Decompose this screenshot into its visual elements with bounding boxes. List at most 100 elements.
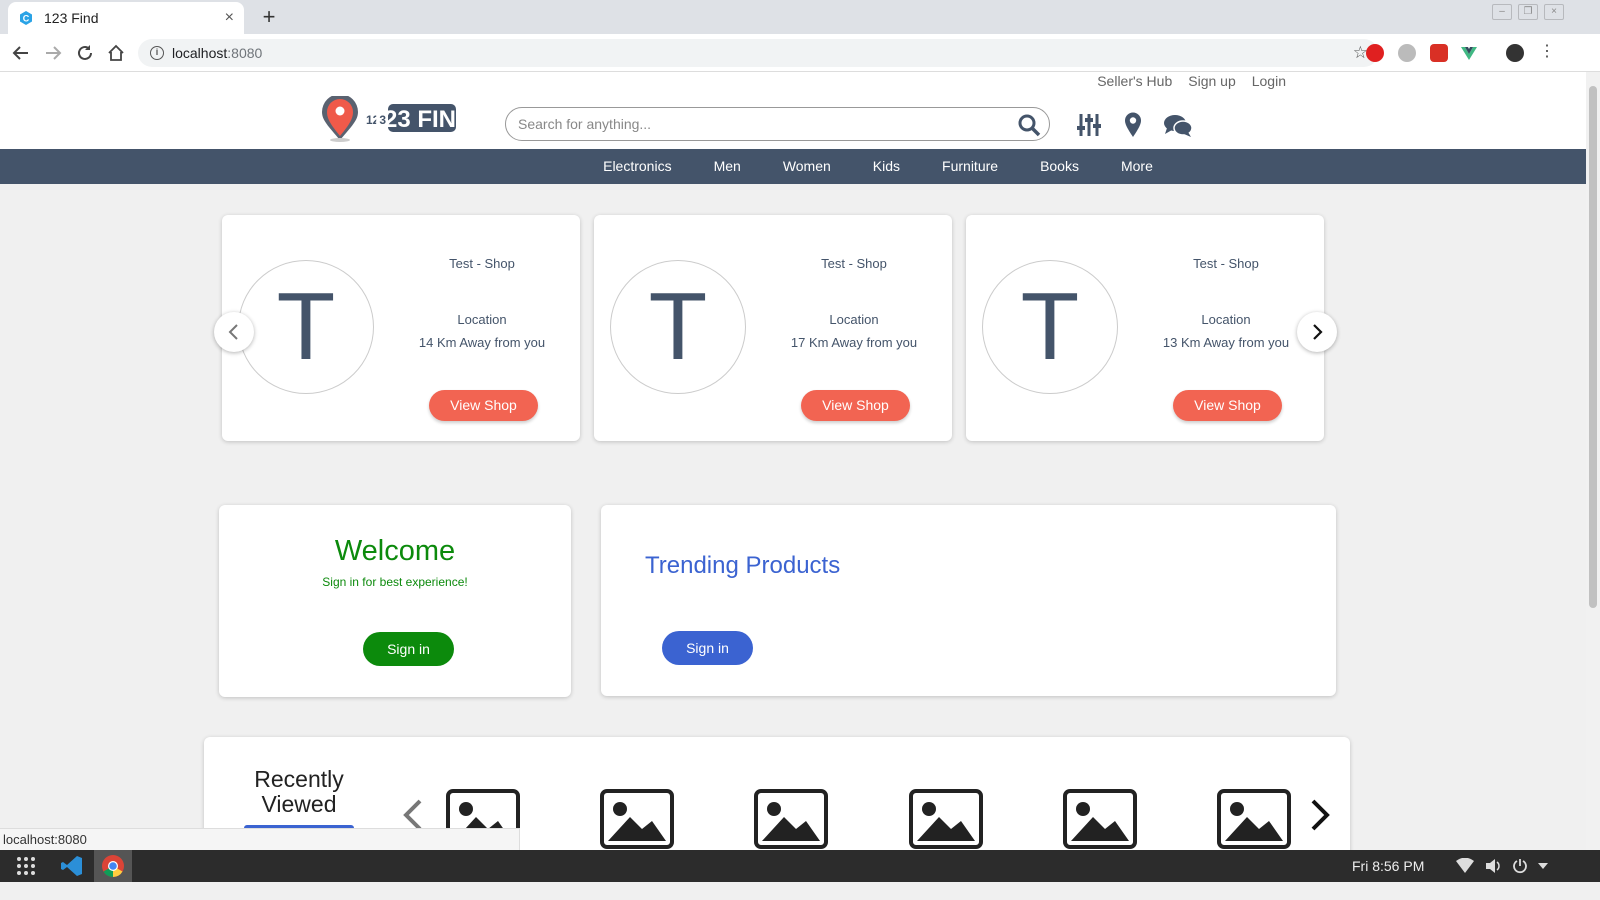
address-bar[interactable]: i localhost:8080 ☆ (138, 39, 1378, 67)
nav-books[interactable]: Books (1019, 149, 1100, 184)
chevron-right-icon (1313, 324, 1323, 340)
search-icon[interactable] (1017, 113, 1041, 137)
shop-distance: 14 Km Away from you (418, 335, 546, 350)
extension-grey-icon[interactable] (1398, 44, 1416, 62)
shop-location-label: Location (1201, 312, 1251, 327)
info-icon[interactable]: i (150, 46, 164, 60)
sellers-hub-link[interactable]: Seller's Hub (1097, 73, 1172, 89)
view-shop-button[interactable]: View Shop (801, 390, 910, 421)
nav-electronics[interactable]: Electronics (582, 149, 692, 184)
welcome-title: Welcome (334, 535, 456, 567)
view-shop-button[interactable]: View Shop (1173, 390, 1282, 421)
signup-link[interactable]: Sign up (1188, 73, 1235, 89)
welcome-panel: Welcome Sign in for best experience! Sig… (219, 505, 571, 697)
browser-tab-bar: C 123 Find × + – ❐ × (0, 0, 1600, 34)
filter-sliders-icon[interactable] (1077, 112, 1101, 138)
shop-card: T Test - Shop Location 17 Km Away from y… (594, 215, 952, 441)
power-icon[interactable] (1512, 858, 1528, 874)
shop-distance: 13 Km Away from you (1162, 335, 1290, 350)
os-taskbar: Fri 8:56 PM (0, 850, 1600, 882)
home-icon (108, 44, 124, 61)
window-close-button[interactable]: × (1544, 4, 1564, 20)
site-logo[interactable]: 123 123 FIND (318, 96, 460, 142)
search-input[interactable]: Search for anything... (505, 107, 1050, 141)
image-placeholder-icon[interactable] (1217, 789, 1291, 849)
tab-title: 123 Find (44, 10, 99, 26)
image-placeholder-icon[interactable] (909, 789, 983, 849)
nav-women[interactable]: Women (762, 149, 852, 184)
page-scrollbar[interactable] (1586, 72, 1600, 868)
trending-signin-button[interactable]: Sign in (662, 631, 753, 665)
adblock-extension-icon[interactable] (1366, 44, 1384, 62)
page-viewport: Seller's Hub Sign up Login 123 123 FIND … (0, 72, 1586, 868)
welcome-subtitle: Sign in for best experience! (322, 575, 468, 589)
tab-close-icon[interactable]: × (225, 9, 234, 27)
window-restore-button[interactable]: ❐ (1518, 4, 1538, 20)
arrow-left-icon (12, 46, 28, 60)
shop-card: T Test - Shop Location 13 Km Away from y… (966, 215, 1324, 441)
site-favicon-icon: C (20, 11, 32, 25)
vue-devtools-icon[interactable] (1460, 44, 1478, 62)
forward-button[interactable] (40, 40, 66, 66)
shop-location-label: Location (829, 312, 879, 327)
view-shop-button[interactable]: View Shop (429, 390, 538, 421)
category-nav: Electronics Men Women Kids Furniture Boo… (0, 149, 1586, 184)
taskbar-clock[interactable]: Fri 8:56 PM (1352, 858, 1424, 874)
arrow-right-icon (46, 46, 62, 60)
image-placeholder-icon[interactable] (754, 789, 828, 849)
image-placeholder-icon[interactable] (1063, 789, 1137, 849)
recently-viewed-title: Recently Viewed (254, 766, 344, 817)
back-button[interactable] (8, 40, 34, 66)
vscode-icon[interactable] (60, 854, 84, 878)
trending-title: Trending Products (645, 552, 841, 579)
caret-down-icon[interactable] (1538, 863, 1548, 869)
location-pin-icon[interactable] (1124, 112, 1142, 138)
recent-next-arrow-icon[interactable] (1309, 797, 1333, 833)
chrome-taskbar-button[interactable] (94, 850, 132, 882)
extension-red-icon[interactable] (1430, 44, 1448, 62)
svg-text:123 FIND: 123 FIND (371, 106, 460, 133)
app-grid-icon[interactable] (14, 854, 38, 878)
shop-avatar: T (982, 260, 1118, 394)
wifi-icon[interactable] (1456, 858, 1474, 874)
volume-icon[interactable] (1484, 858, 1502, 874)
site-header: Seller's Hub Sign up Login 123 123 FIND … (0, 72, 1586, 152)
home-button[interactable] (103, 40, 129, 66)
nav-kids[interactable]: Kids (852, 149, 921, 184)
window-minimize-button[interactable]: – (1492, 4, 1512, 20)
trending-panel: Trending Products Sign in (601, 505, 1336, 696)
search-placeholder: Search for anything... (518, 116, 652, 132)
reload-icon (78, 45, 92, 60)
svg-text:C: C (23, 14, 30, 24)
chat-bubbles-icon[interactable] (1163, 114, 1193, 138)
shop-avatar: T (610, 260, 746, 394)
browser-toolbar: i localhost:8080 ☆ ⋮ (0, 34, 1600, 72)
nav-men[interactable]: Men (693, 149, 762, 184)
carousel-next-button[interactable] (1297, 312, 1337, 352)
chrome-icon (102, 855, 124, 877)
vue-logo-icon (1461, 47, 1477, 60)
url-port: :8080 (227, 45, 263, 61)
url-host: localhost (172, 45, 228, 61)
shop-name: Test - Shop (1193, 256, 1259, 271)
profile-avatar[interactable] (1506, 44, 1524, 62)
new-tab-button[interactable]: + (256, 4, 282, 30)
image-placeholder-icon[interactable] (600, 789, 674, 849)
browser-menu-icon[interactable]: ⋮ (1538, 44, 1556, 62)
status-bubble: localhost:8080 (0, 828, 520, 850)
login-link[interactable]: Login (1252, 73, 1286, 89)
shop-card: T Test - Shop Location 14 Km Away from y… (222, 215, 580, 441)
reload-button[interactable] (72, 40, 98, 66)
welcome-signin-button[interactable]: Sign in (363, 632, 454, 666)
chevron-left-icon (228, 324, 238, 340)
nav-more[interactable]: More (1100, 149, 1174, 184)
shop-avatar: T (238, 260, 374, 394)
shop-name: Test - Shop (449, 256, 515, 271)
carousel-prev-button[interactable] (214, 312, 254, 352)
shop-distance: 17 Km Away from you (790, 335, 918, 350)
nav-furniture[interactable]: Furniture (921, 149, 1019, 184)
scrollbar-thumb[interactable] (1589, 86, 1597, 608)
browser-tab[interactable]: C 123 Find × (8, 2, 244, 34)
shop-name: Test - Shop (821, 256, 887, 271)
top-links: Seller's Hub Sign up Login (1097, 73, 1286, 89)
